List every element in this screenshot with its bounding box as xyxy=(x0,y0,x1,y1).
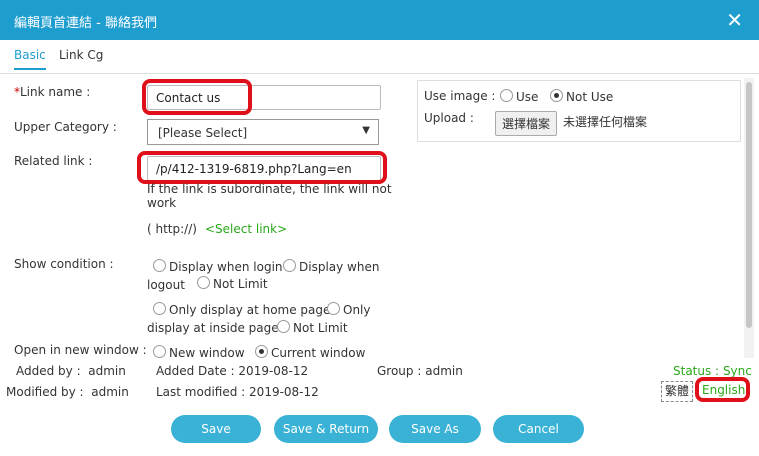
tab-bar: Basic Link Cg xyxy=(0,40,759,74)
added-date-label: Added Date : xyxy=(156,364,235,378)
related-link-label: Related link : xyxy=(14,154,93,168)
radio-icon xyxy=(153,302,166,315)
added-by-label: Added by : xyxy=(16,364,81,378)
last-modified-value: 2019-08-12 xyxy=(249,385,319,399)
added-date-value: 2019-08-12 xyxy=(238,364,309,378)
option-new-window[interactable]: New window xyxy=(153,345,245,362)
select-link-link[interactable]: <Select link> xyxy=(205,221,287,238)
edit-link-dialog: 編輯頁首連結 - 聯絡我們 ✕ Basic Link Cg *Link name… xyxy=(0,0,759,456)
option-label: New window xyxy=(169,346,245,360)
option-home-page-only[interactable]: Only display at home page xyxy=(153,302,330,319)
modified-by-label: Modified by : xyxy=(6,385,84,399)
status-label: Status : xyxy=(673,364,720,378)
option-not-limit-2[interactable]: Not Limit xyxy=(277,320,348,337)
added-date: Added Date : 2019-08-12 xyxy=(156,363,308,380)
link-name-label: *Link name : xyxy=(14,85,90,99)
radio-checked-icon xyxy=(255,345,268,358)
upper-category-value: [Please Select] xyxy=(158,126,248,140)
option-label: Only display at home page xyxy=(169,303,331,317)
option-label: Not Limit xyxy=(213,277,268,291)
option-inside-page-only[interactable]: Only xyxy=(327,302,371,319)
tab-basic[interactable]: Basic xyxy=(14,48,46,70)
use-image-label: Use image : xyxy=(424,89,496,103)
status: Status : Sync xyxy=(673,363,752,380)
tab-link-cg[interactable]: Link Cg xyxy=(59,48,103,62)
related-link-hint-1: If the link is subordinate, the link wil… xyxy=(147,182,392,196)
save-button[interactable]: Save xyxy=(171,415,261,443)
option-label: Not Limit xyxy=(293,321,348,335)
dialog-titlebar: 編輯頁首連結 - 聯絡我們 ✕ xyxy=(0,0,759,40)
radio-icon xyxy=(283,259,296,272)
cancel-button[interactable]: Cancel xyxy=(493,415,584,443)
last-modified-label: Last modified : xyxy=(156,385,246,399)
option-label: Not Use xyxy=(566,90,614,104)
option-label: Current window xyxy=(271,346,366,360)
added-by-value: admin xyxy=(88,364,126,378)
radio-checked-icon xyxy=(550,89,563,102)
status-value: Sync xyxy=(722,364,752,378)
show-condition-label: Show condition : xyxy=(14,257,114,271)
option-label: Display when xyxy=(299,260,380,274)
option-label: Display when login xyxy=(169,260,283,274)
close-icon[interactable]: ✕ xyxy=(726,8,743,32)
option-not-limit-1[interactable]: Not Limit xyxy=(197,276,268,293)
option-display-when-logout[interactable]: Display when xyxy=(283,259,379,276)
option-label: Only xyxy=(343,303,371,317)
related-link-input[interactable]: /p/412-1319-6819.php?Lang=en xyxy=(147,156,381,181)
dropdown-arrow-icon: ▼ xyxy=(362,125,370,136)
upper-category-select[interactable]: [Please Select] ▼ xyxy=(147,119,379,145)
link-name-input[interactable]: Contact us xyxy=(147,85,381,110)
group: Group : admin xyxy=(377,363,463,380)
option-display-when-login[interactable]: Display when login xyxy=(153,259,283,276)
radio-icon xyxy=(153,259,166,272)
added-by: Added by : admin xyxy=(16,363,126,380)
group-value: admin xyxy=(425,364,463,378)
dialog-title: 編輯頁首連結 - 聯絡我們 xyxy=(14,16,157,31)
scrollbar-thumb[interactable] xyxy=(746,82,752,328)
modified-by-value: admin xyxy=(91,385,129,399)
radio-icon xyxy=(153,345,166,358)
language-traditional-chinese[interactable]: 繁體 xyxy=(661,381,694,402)
option-label: Use xyxy=(516,90,539,104)
radio-icon xyxy=(500,89,513,102)
radio-icon xyxy=(327,302,340,315)
option-current-window[interactable]: Current window xyxy=(255,345,365,362)
save-and-return-button[interactable]: Save & Return xyxy=(274,415,378,443)
option-inside-page-continued: display at inside page xyxy=(147,321,279,335)
option-use-image[interactable]: Use xyxy=(500,89,538,106)
vertical-scrollbar[interactable] xyxy=(744,78,754,358)
last-modified: Last modified : 2019-08-12 xyxy=(156,384,319,401)
upper-category-label: Upper Category : xyxy=(14,120,117,134)
group-label: Group : xyxy=(377,364,422,378)
open-new-window-label: Open in new window : xyxy=(14,343,147,357)
choose-file-button[interactable]: 選擇檔案 xyxy=(495,111,558,136)
option-logout-continued: logout xyxy=(147,278,185,292)
related-link-hint-2: work xyxy=(147,196,177,210)
radio-icon xyxy=(197,276,210,289)
option-not-use-image[interactable]: Not Use xyxy=(550,89,613,106)
upload-status: 未選擇任何檔案 xyxy=(563,115,648,129)
modified-by: Modified by : admin xyxy=(6,384,129,401)
language-english[interactable]: English xyxy=(702,382,745,399)
save-as-button[interactable]: Save As xyxy=(389,415,481,443)
upload-label: Upload : xyxy=(424,111,474,125)
link-name-label-text: Link name : xyxy=(20,85,91,99)
http-prefix: ( http://) xyxy=(147,222,197,236)
radio-icon xyxy=(277,320,290,333)
